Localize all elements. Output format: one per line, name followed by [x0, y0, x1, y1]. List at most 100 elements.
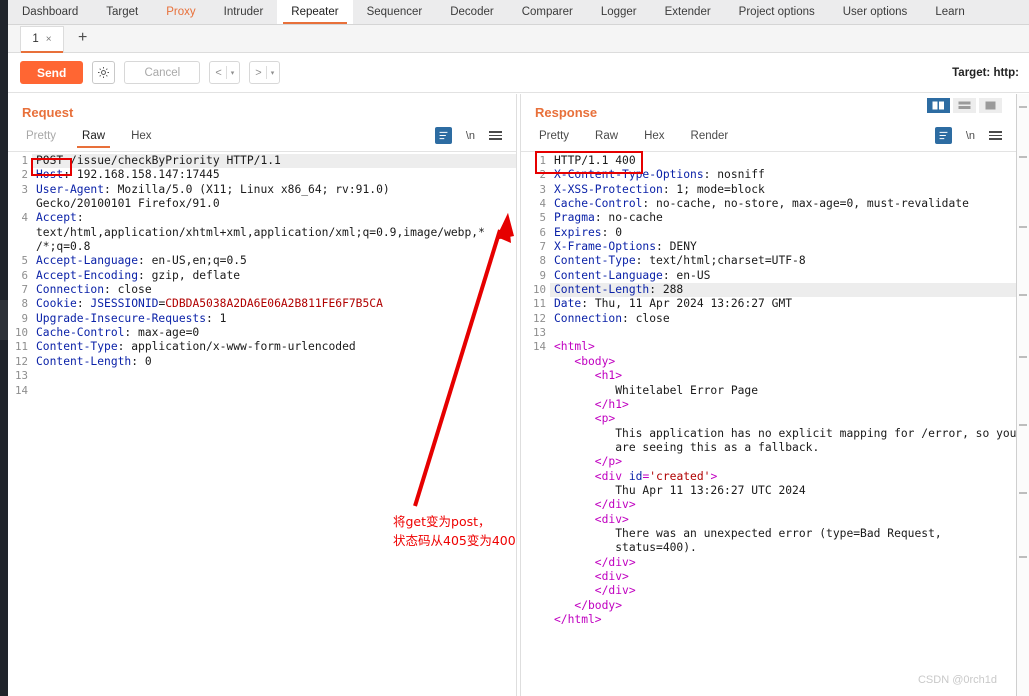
line-number: 6 [539, 225, 546, 239]
code-token: </html> [554, 613, 602, 626]
code-line: 5 Pragma: no-cache [521, 211, 1016, 225]
request-view-tab-hex[interactable]: Hex [118, 130, 164, 148]
back-button[interactable]: < ▾ [209, 61, 241, 84]
show-newlines-icon[interactable]: \n [966, 130, 975, 142]
code-line-text: Cache-Control: no-cache, no-store, max-a… [550, 197, 1016, 211]
code-line-text: Connection: close [32, 283, 516, 297]
main-tab-learn[interactable]: Learn [921, 0, 978, 24]
main-tab-user-options[interactable]: User options [829, 0, 922, 24]
code-token: > [710, 469, 718, 483]
code-token: : gzip, deflate [138, 268, 241, 282]
response-scroll-markers[interactable] [1016, 94, 1029, 696]
code-line-text: Pragma: no-cache [550, 211, 1016, 225]
close-icon[interactable]: × [46, 34, 52, 45]
split-vertical-icon[interactable] [927, 98, 950, 113]
window-left-strip-handle[interactable] [0, 300, 8, 340]
line-number: 14 [532, 340, 546, 354]
chevron-down-icon[interactable]: ▾ [231, 69, 235, 77]
forward-button[interactable]: > ▾ [249, 61, 281, 84]
line-number: 1 [21, 154, 28, 167]
divider [225, 66, 227, 79]
code-token: <html> [554, 340, 595, 354]
main-tab-intruder[interactable]: Intruder [210, 0, 278, 24]
scroll-marker [1019, 356, 1027, 358]
code-line: 1 POST /issue/checkByPriority HTTP/1.1 [8, 154, 516, 169]
main-tab-logger[interactable]: Logger [587, 0, 651, 24]
code-token: : DENY [656, 240, 697, 254]
code-line-text: Thu Apr 11 13:26:27 UTC 2024 [550, 484, 1016, 498]
gear-icon[interactable] [92, 61, 116, 84]
code-token: Gecko/20100101 Firefox/91.0 [36, 197, 220, 211]
main-tab-repeater[interactable]: Repeater [277, 0, 353, 24]
send-button[interactable]: Send [20, 61, 84, 84]
code-line-text: POST /issue/checkByPriority HTTP/1.1 [32, 154, 516, 169]
code-token: status=400). [554, 541, 697, 555]
response-code-area[interactable]: 1 HTTP/1.1 400 2 X-Content-Type-Options: no… [521, 152, 1016, 696]
code-line-text: Gecko/20100101 Firefox/91.0 [32, 197, 516, 211]
request-view-tab-pretty[interactable]: Pretty [22, 130, 69, 148]
code-line: 1 HTTP/1.1 400 [521, 154, 1016, 168]
cancel-button[interactable]: Cancel [124, 61, 201, 84]
code-line: </div> [521, 584, 1016, 598]
code-line: This application has no explicit mapping… [521, 427, 1016, 441]
line-number [521, 484, 550, 498]
layout-buttons [927, 98, 1002, 113]
code-line-text: </div> [550, 584, 1016, 598]
code-line: 4 Accept: [8, 211, 516, 225]
request-code-area[interactable]: 1 POST /issue/checkByPriority HTTP/1.1 2 Ho… [8, 152, 516, 696]
code-token: Connection [36, 283, 105, 297]
code-line: 11 Date: Thu, 11 Apr 2024 13:26:27 GMT [521, 297, 1016, 311]
request-view-tab-raw[interactable]: Raw [69, 130, 118, 148]
code-line: Gecko/20100101 Firefox/91.0 [8, 197, 516, 211]
main-tab-extender[interactable]: Extender [651, 0, 725, 24]
code-line: 3 User-Agent: Mozilla/5.0 (X11; Linux x86… [8, 183, 516, 197]
split-horizontal-icon[interactable] [953, 98, 976, 113]
line-number: 9 [21, 311, 28, 325]
main-tab-dashboard[interactable]: Dashboard [8, 0, 92, 24]
code-line: <div> [521, 570, 1016, 584]
pane-divider[interactable] [516, 94, 517, 696]
code-line-text: This application has no explicit mapping… [550, 427, 1016, 441]
annotation-line-1: 将get变为post， [393, 514, 491, 529]
show-newlines-icon[interactable]: \n [466, 130, 475, 142]
code-line-text: Content-Length: 0 [32, 355, 516, 369]
code-token: </div> [554, 498, 636, 512]
response-view-tab-render[interactable]: Render [678, 130, 742, 148]
add-tab-icon[interactable]: + [78, 29, 87, 48]
menu-icon[interactable] [989, 131, 1002, 140]
response-view-tab-raw[interactable]: Raw [582, 130, 631, 148]
line-number [521, 584, 550, 598]
code-token: </h1> [554, 397, 629, 411]
main-tab-decoder[interactable]: Decoder [436, 0, 507, 24]
code-line: /*;q=0.8 [8, 240, 516, 254]
code-token: Host [36, 168, 64, 182]
code-token: Upgrade-Insecure-Requests [36, 311, 207, 325]
line-number: 8 [539, 254, 546, 268]
menu-icon[interactable] [489, 131, 502, 140]
line-number: 11 [532, 297, 546, 311]
line-number [521, 355, 550, 369]
annotation-line-2: 状态码从405变为400 [393, 533, 516, 548]
code-line: 10 Content-Length: 288 [521, 283, 1016, 298]
word-wrap-icon[interactable] [934, 127, 952, 144]
annotation-text: 将get变为post， 状态码从405变为400 [393, 512, 516, 550]
main-tab-project-options[interactable]: Project options [725, 0, 829, 24]
main-tab-proxy[interactable]: Proxy [152, 0, 209, 24]
main-tab-sequencer[interactable]: Sequencer [353, 0, 437, 24]
code-line: </h1> [521, 398, 1016, 412]
single-pane-icon[interactable] [979, 98, 1002, 113]
code-line: 6 Expires: 0 [521, 226, 1016, 240]
response-view-tab-hex[interactable]: Hex [631, 130, 677, 148]
repeater-tab-1[interactable]: 1 × [20, 25, 64, 53]
code-line: 14 [8, 384, 516, 398]
main-tab-comparer[interactable]: Comparer [508, 0, 587, 24]
response-pane: Response Pretty Raw Hex Render \n 1 HTTP/1.1… [520, 94, 1016, 696]
response-view-tab-pretty[interactable]: Pretty [535, 130, 582, 148]
chevron-down-icon[interactable]: ▾ [271, 69, 275, 77]
main-tab-target[interactable]: Target [92, 0, 152, 24]
line-number: 4 [539, 197, 546, 211]
word-wrap-icon[interactable] [434, 127, 452, 144]
code-line: 7 Connection: close [8, 283, 516, 297]
